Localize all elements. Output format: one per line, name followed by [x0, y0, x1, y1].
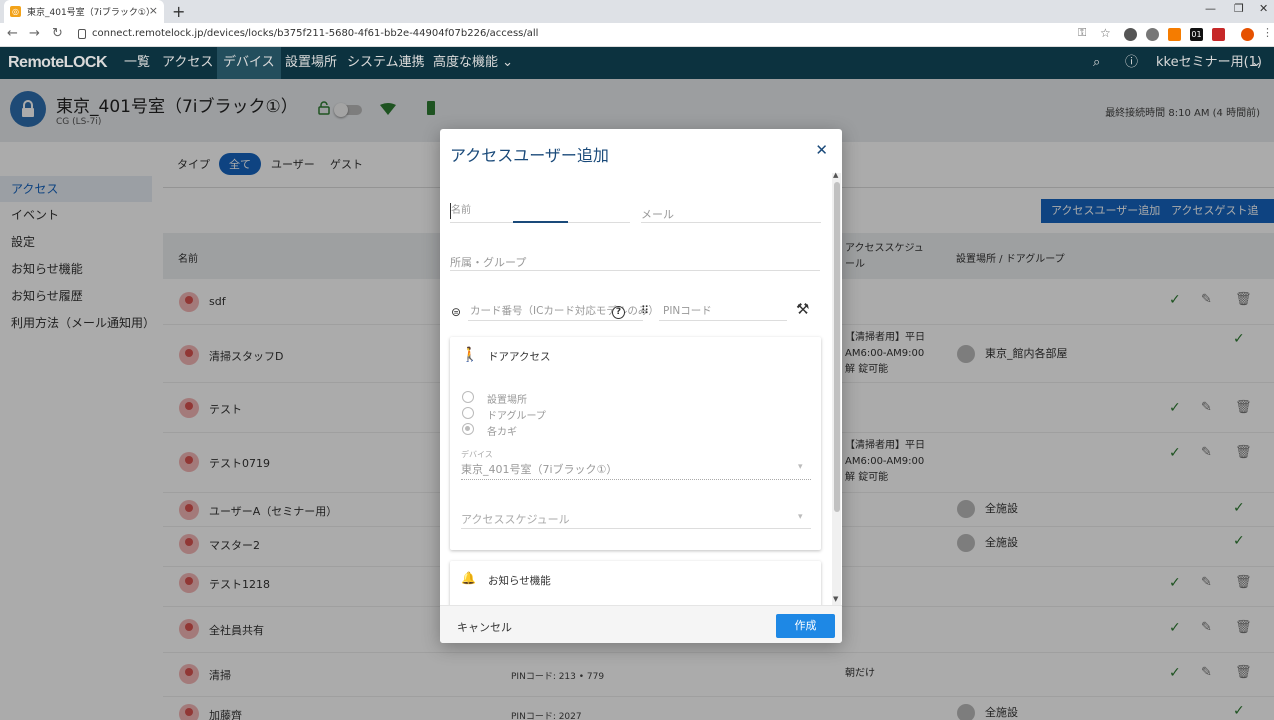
chevron-down-icon: ▾: [798, 512, 803, 522]
reload-icon[interactable]: ↻: [52, 26, 63, 41]
new-tab-icon[interactable]: +: [172, 2, 185, 21]
forward-icon[interactable]: →: [29, 26, 40, 41]
door-access-card: 🚶 ドアアクセス 設置場所 ドアグループ 各カギ デバイス 東京_401号室（7…: [450, 337, 821, 550]
email-field-label: メール: [641, 208, 674, 221]
modal-title: アクセスユーザー追加: [450, 146, 609, 165]
secure-lock-icon: [78, 29, 86, 39]
back-icon[interactable]: ←: [7, 26, 18, 41]
schedule-select[interactable]: [461, 528, 811, 529]
extension-01-icon[interactable]: 01: [1190, 28, 1203, 41]
tab-title: 東京_401号室（7iブラック①）: [27, 8, 155, 18]
profile-avatar[interactable]: [1241, 28, 1254, 41]
extension-icon[interactable]: [1168, 28, 1181, 41]
name-field-label: 名前: [451, 205, 471, 216]
minimize-icon[interactable]: —: [1205, 2, 1216, 15]
address-bar: ← → ↻ connect.remotelock.jp/devices/lock…: [0, 23, 1274, 47]
close-icon[interactable]: ✕: [815, 141, 828, 159]
pin-field-label: PINコード: [661, 303, 712, 318]
modal-body: 名前 メール 所属・グループ ⊜ カード番号（ICカード対応モデルのみ） ? ⠿…: [440, 171, 842, 621]
modal-footer: キャンセル 作成: [440, 605, 842, 643]
window-close-icon[interactable]: ✕: [1259, 2, 1268, 15]
scroll-down-icon[interactable]: ▼: [833, 595, 838, 603]
help-circle-icon[interactable]: ?: [612, 306, 625, 319]
device-select-value: 東京_401号室（7iブラック①）: [461, 463, 618, 476]
bookmark-star-icon[interactable]: ☆: [1100, 26, 1111, 40]
name-field-focus-bar: [513, 221, 568, 223]
key-icon[interactable]: ⚿: [1078, 26, 1086, 40]
tab-close-icon[interactable]: ×: [149, 4, 158, 17]
browser-tabbar: ◎ 東京_401号室（7iブラック①） × + — ❐ ✕: [0, 0, 1274, 23]
radio-door-group[interactable]: [462, 407, 474, 419]
radio-door-group-label: ドアグループ: [487, 411, 546, 422]
add-access-user-modal: アクセスユーザー追加 ✕ 名前 メール 所属・グループ ⊜ カード番号（ICカー…: [440, 129, 842, 643]
remotelock-favicon-icon: ◎: [10, 6, 21, 17]
radio-location-label: 設置場所: [487, 395, 527, 406]
department-field[interactable]: [450, 270, 820, 271]
chevron-down-icon: ▾: [798, 462, 803, 472]
create-button[interactable]: 作成: [776, 614, 835, 638]
device-select[interactable]: [461, 479, 811, 480]
extension-icon[interactable]: [1124, 28, 1137, 41]
menu-icon[interactable]: ⋮: [1262, 26, 1273, 39]
radio-each-key[interactable]: [462, 423, 474, 435]
department-field-label: 所属・グループ: [450, 256, 527, 269]
scroll-up-icon[interactable]: ▲: [833, 171, 838, 179]
notification-title: お知らせ機能: [488, 575, 551, 587]
device-select-label: デバイス: [461, 450, 493, 459]
modal-scrollbar-thumb[interactable]: [834, 182, 840, 512]
card-number-field[interactable]: [468, 320, 643, 321]
radio-each-key-label: 各カギ: [487, 427, 517, 438]
schedule-select-placeholder: アクセススケジュール: [461, 513, 570, 526]
browser-tab[interactable]: ◎ 東京_401号室（7iブラック①） ×: [4, 0, 164, 23]
magic-wand-icon[interactable]: ⚒: [796, 300, 809, 318]
bell-icon: 🔔: [461, 571, 476, 585]
email-field[interactable]: [641, 222, 821, 223]
text-cursor: [450, 203, 451, 219]
keypad-icon: ⠿: [641, 304, 650, 317]
cancel-button[interactable]: キャンセル: [457, 619, 512, 635]
pin-field[interactable]: [659, 320, 787, 321]
radio-location[interactable]: [462, 391, 474, 403]
card-reader-icon: ⊜: [451, 305, 462, 319]
extension-icon[interactable]: [1146, 28, 1159, 41]
modal-backdrop-nav: [0, 47, 1274, 79]
door-access-title: ドアアクセス: [488, 351, 551, 363]
url-field[interactable]: connect.remotelock.jp/devices/locks/b375…: [92, 28, 538, 39]
maximize-icon[interactable]: ❐: [1234, 2, 1244, 15]
walking-person-icon: 🚶: [461, 347, 479, 363]
card-number-field-label: カード番号（ICカード対応モデルのみ）: [470, 305, 659, 317]
pdf-extension-icon[interactable]: [1212, 28, 1225, 41]
